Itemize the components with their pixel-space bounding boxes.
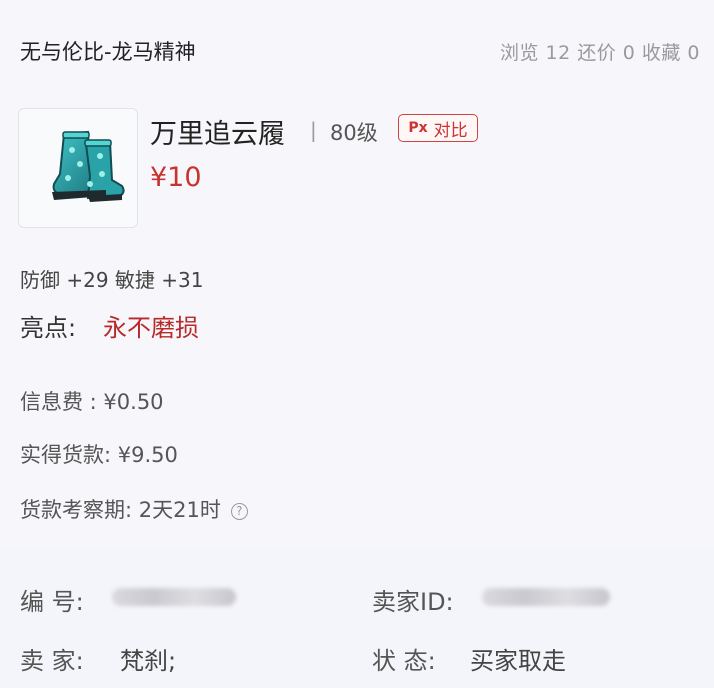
compare-label: 对比 xyxy=(433,120,468,141)
info-fee: 信息费 : ¥0.50 xyxy=(20,390,164,414)
review-period: 货款考察期: 2天21时 xyxy=(20,498,221,522)
view-stats: 浏览 12 还价 0 收藏 0 xyxy=(499,42,700,64)
net-payment: 实得货款: ¥9.50 xyxy=(20,443,178,467)
highlight-label: 亮点: xyxy=(20,314,77,342)
status-label: 状 态: xyxy=(372,647,436,675)
green-boots-icon xyxy=(52,130,125,202)
seller-value[interactable]: 梵刹; xyxy=(120,641,176,676)
item-card: 无与伦比-龙马精神 浏览 12 还价 0 收藏 0 万里追云履 | 80级 Px… xyxy=(0,0,714,548)
seller-label: 卖 家: xyxy=(20,647,84,675)
compare-button[interactable]: Px 对比 xyxy=(398,114,478,142)
item-level: 80级 xyxy=(330,121,378,145)
status-value: 买家取走 xyxy=(470,647,566,675)
compare-icon: Px xyxy=(408,120,428,136)
highlight-value: 永不磨损 xyxy=(103,314,199,342)
seller-id-label: 卖家ID: xyxy=(372,588,454,616)
item-price: ¥10 xyxy=(150,162,202,193)
id-value-redacted xyxy=(112,588,236,606)
item-thumbnail[interactable] xyxy=(18,108,138,228)
name-level-separator: | xyxy=(310,118,317,142)
help-icon[interactable]: ? xyxy=(230,502,248,520)
item-name: 万里追云履 xyxy=(150,119,285,150)
id-label: 编 号: xyxy=(20,588,84,616)
trade-details: 编 号: 卖家ID: 卖 家: 梵刹; 状 态: 买家取走 xyxy=(0,548,714,688)
seller-id-value-redacted xyxy=(482,588,610,606)
review-period-row: 货款考察期: 2天21时? xyxy=(20,494,248,524)
shop-name[interactable]: 无与伦比-龙马精神 xyxy=(20,36,196,66)
item-attributes: 防御 +29 敏捷 +31 xyxy=(20,268,204,292)
